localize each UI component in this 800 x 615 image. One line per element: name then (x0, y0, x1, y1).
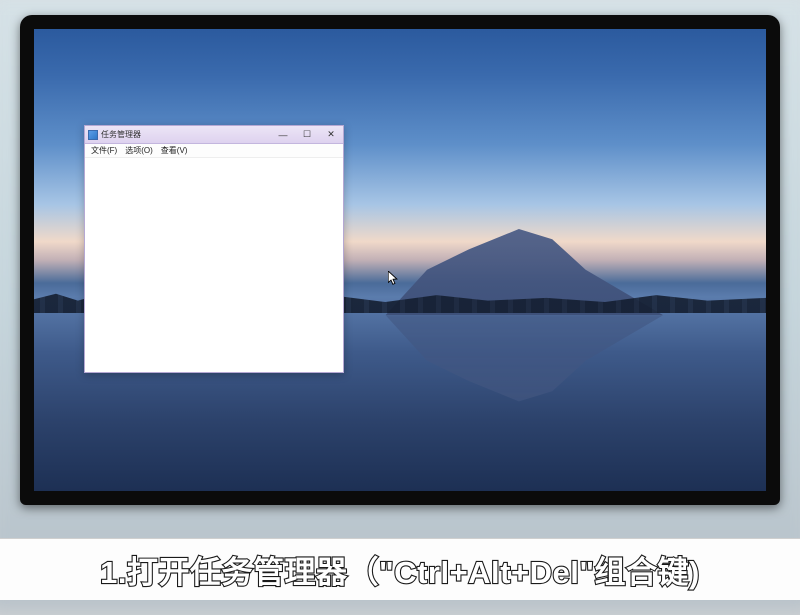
close-button[interactable]: ✕ (319, 127, 343, 143)
desktop-wallpaper: 任务管理器 — ☐ ✕ 文件(F) 选项(O) 查看(V) (34, 29, 766, 491)
window-titlebar[interactable]: 任务管理器 — ☐ ✕ (85, 126, 343, 144)
minimize-button[interactable]: — (271, 127, 295, 143)
window-controls: — ☐ ✕ (271, 127, 343, 143)
task-manager-window[interactable]: 任务管理器 — ☐ ✕ 文件(F) 选项(O) 查看(V) (84, 125, 344, 373)
wallpaper-mountain-reflection (385, 315, 663, 417)
menu-view[interactable]: 查看(V) (157, 145, 192, 156)
app-icon (88, 130, 98, 140)
menu-options[interactable]: 选项(O) (121, 145, 157, 156)
menu-file[interactable]: 文件(F) (87, 145, 121, 156)
window-title: 任务管理器 (101, 129, 271, 140)
monitor-bezel: 任务管理器 — ☐ ✕ 文件(F) 选项(O) 查看(V) (20, 15, 780, 505)
monitor: 任务管理器 — ☐ ✕ 文件(F) 选项(O) 查看(V) (20, 15, 780, 505)
maximize-button[interactable]: ☐ (295, 127, 319, 143)
window-menubar: 文件(F) 选项(O) 查看(V) (85, 144, 343, 158)
instruction-caption-bar: 1.打开任务管理器（"Ctrl+Alt+Del"组合键) (0, 538, 800, 600)
instruction-caption: 1.打开任务管理器（"Ctrl+Alt+Del"组合键) (100, 547, 700, 592)
cursor-icon (388, 271, 399, 287)
